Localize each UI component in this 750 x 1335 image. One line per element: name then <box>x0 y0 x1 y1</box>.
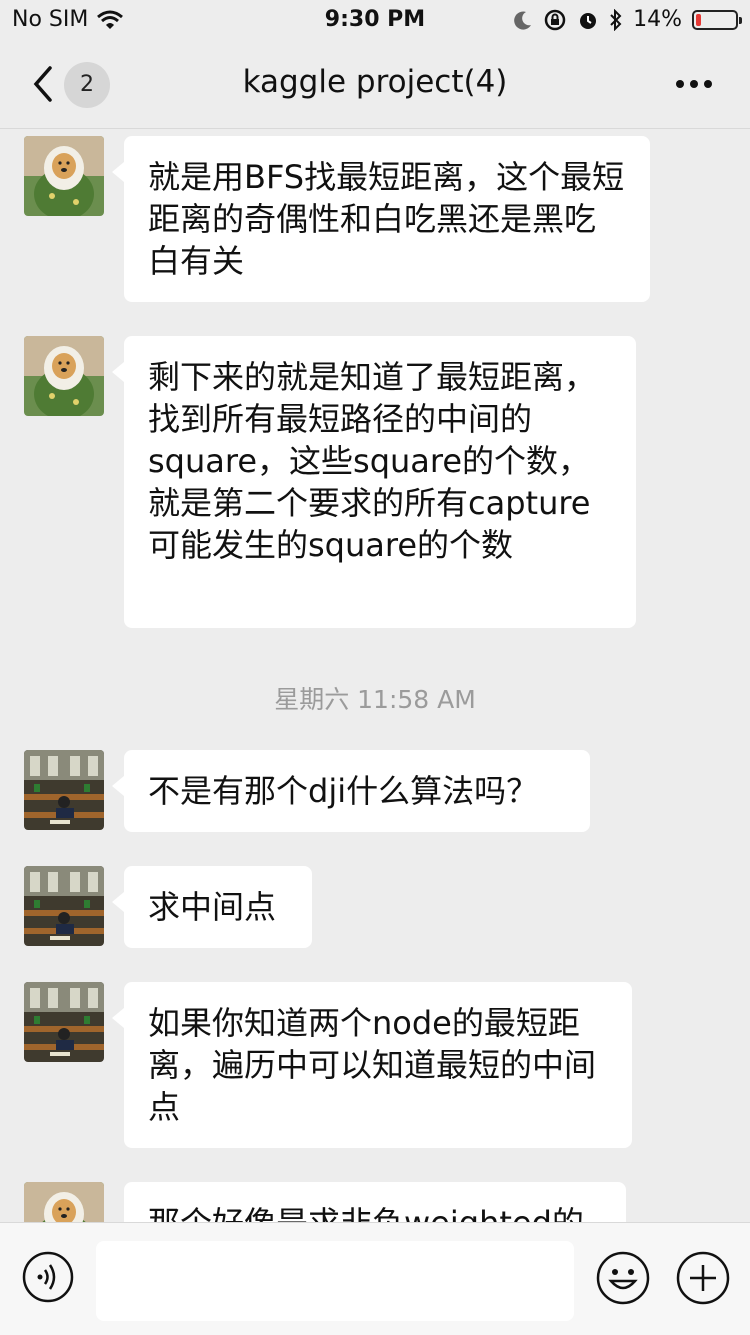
alarm-icon <box>580 12 597 29</box>
message-bubble[interactable]: 剩下来的就是知道了最短距离，找到所有最短路径的中间的square，这些squar… <box>112 336 636 628</box>
library-avatar[interactable] <box>24 750 104 830</box>
emoji-icon[interactable] <box>596 1251 650 1305</box>
input-bar <box>0 1222 750 1335</box>
plus-icon[interactable] <box>676 1251 730 1305</box>
moon-icon <box>514 11 532 30</box>
message-bubble[interactable]: 那个好像是求非负weighted的 <box>124 1182 626 1222</box>
dog-avatar[interactable] <box>24 336 104 416</box>
message-bubble[interactable]: 不是有那个dji什么算法吗？ <box>112 750 590 832</box>
dog-avatar[interactable] <box>24 1182 104 1222</box>
timestamp-label: 星期六 11:58 AM <box>274 685 476 714</box>
dog-avatar[interactable] <box>24 136 104 216</box>
message-input[interactable] <box>96 1241 574 1321</box>
message-list[interactable]: 就是用BFS找最短距离，这个最短距离的奇偶性和白吃黑还是黑吃白有关 剩下来的就是… <box>0 128 750 1222</box>
voice-icon[interactable] <box>22 1251 74 1303</box>
library-avatar[interactable] <box>24 866 104 946</box>
more-dots-icon[interactable] <box>674 70 714 98</box>
battery-icon <box>692 9 742 30</box>
nav-bar: 2 kaggle project(4) <box>0 40 750 129</box>
status-bar: No SIM 9:30 PM 14% <box>0 0 750 40</box>
message-bubble[interactable]: 求中间点 <box>112 866 312 948</box>
message-bubble[interactable]: 如果你知道两个node的最短距离，遍历中可以知道最短的中间点 <box>112 982 632 1148</box>
library-avatar[interactable] <box>24 982 104 1062</box>
chat-title: kaggle project(4) <box>242 64 508 100</box>
rotation-lock-icon <box>544 9 566 30</box>
message-bubble[interactable]: 就是用BFS找最短距离，这个最短距离的奇偶性和白吃黑还是黑吃白有关 <box>112 136 650 302</box>
bluetooth-icon <box>610 8 622 31</box>
battery-level <box>696 13 701 26</box>
status-right: 14% <box>513 7 742 32</box>
battery-percent: 14% <box>633 7 682 32</box>
